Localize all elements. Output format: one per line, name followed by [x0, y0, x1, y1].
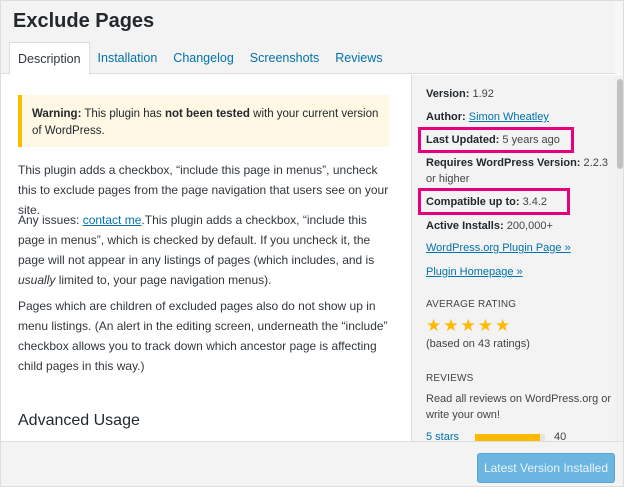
last-updated-highlight [418, 127, 574, 153]
scrollbar-thumb[interactable] [617, 79, 623, 169]
description-paragraph-3: Pages which are children of excluded pag… [18, 299, 388, 373]
average-rating-heading: AVERAGE RATING [426, 299, 517, 310]
tab-description[interactable]: Description [9, 42, 90, 75]
five-star-bar [475, 434, 545, 441]
installs-value: 200,000+ [506, 220, 553, 232]
header-scroll-area [615, 1, 623, 74]
advanced-usage-heading: Advanced Usage [18, 412, 140, 429]
tab-bar: Description Installation Changelog Scree… [9, 42, 391, 75]
star-icon: ★ [443, 316, 459, 335]
plugin-homepage-link[interactable]: Plugin Homepage » [426, 266, 523, 278]
paragraph-2-end: limited to, your page navigation menus). [55, 273, 272, 287]
author-fact: Author: Simon Wheatley [426, 111, 549, 123]
warning-emphasis: not been tested [164, 108, 250, 120]
content-scrollbar[interactable] [615, 75, 623, 441]
plugin-page-fact: WordPress.org Plugin Page » [426, 242, 571, 254]
tab-screenshots[interactable]: Screenshots [242, 42, 327, 74]
plugin-page-link[interactable]: WordPress.org Plugin Page » [426, 242, 571, 254]
requires-label: Requires WordPress Version: [426, 157, 581, 169]
modal-header: Exclude Pages Description Installation C… [1, 1, 623, 75]
star-icon: ★ [495, 316, 511, 335]
reviews-text: Read all reviews on WordPress.org or wri… [426, 393, 612, 421]
reviews-heading: REVIEWS [426, 373, 474, 384]
tab-changelog[interactable]: Changelog [165, 42, 241, 74]
plugin-info-sidebar: Version: 1.92 Author: Simon Wheatley Las… [411, 75, 615, 441]
author-link[interactable]: Simon Wheatley [469, 111, 549, 123]
latest-version-installed-button[interactable]: Latest Version Installed [477, 453, 615, 483]
version-fact: Version: 1.92 [426, 88, 494, 100]
warning-text-1: This plugin has [81, 108, 165, 120]
installs-label: Active Installs: [426, 220, 504, 232]
compatibility-warning: Warning: This plugin has not been tested… [18, 95, 389, 147]
star-icon: ★ [460, 316, 476, 335]
description-content: Warning: This plugin has not been tested… [1, 75, 411, 441]
version-label: Version: [426, 88, 470, 100]
installs-fact: Active Installs: 200,000+ [426, 220, 553, 232]
rating-row-label: 5 stars [426, 431, 459, 441]
compatible-highlight [418, 188, 570, 215]
tab-reviews[interactable]: Reviews [327, 42, 390, 74]
modal-footer: Latest Version Installed [1, 441, 623, 486]
star-icon: ★ [426, 316, 442, 335]
five-star-count: 40 [554, 431, 567, 441]
plugin-title: Exclude Pages [13, 10, 155, 32]
rating-stars: ★ ★ ★ ★ ★ [426, 317, 510, 335]
version-value: 1.92 [472, 88, 494, 100]
five-star-link[interactable]: 5 stars [426, 431, 459, 441]
contact-link[interactable]: contact me [83, 213, 142, 227]
description-paragraph-2: Any issues: contact me.This plugin adds … [18, 210, 392, 290]
plugin-details-modal: Exclude Pages Description Installation C… [0, 0, 624, 487]
rating-count: (based on 43 ratings) [426, 338, 530, 350]
tab-installation[interactable]: Installation [90, 42, 166, 74]
requires-fact: Requires WordPress Version: 2.2.3 or hig… [426, 155, 615, 187]
issues-label: Any issues: [18, 213, 83, 227]
warning-label: Warning: [32, 108, 82, 120]
homepage-fact: Plugin Homepage » [426, 266, 523, 278]
paragraph-2-italic: usually [18, 273, 56, 287]
author-label: Author: [426, 111, 466, 123]
star-icon: ★ [477, 316, 493, 335]
five-star-bar-fill [475, 434, 541, 441]
